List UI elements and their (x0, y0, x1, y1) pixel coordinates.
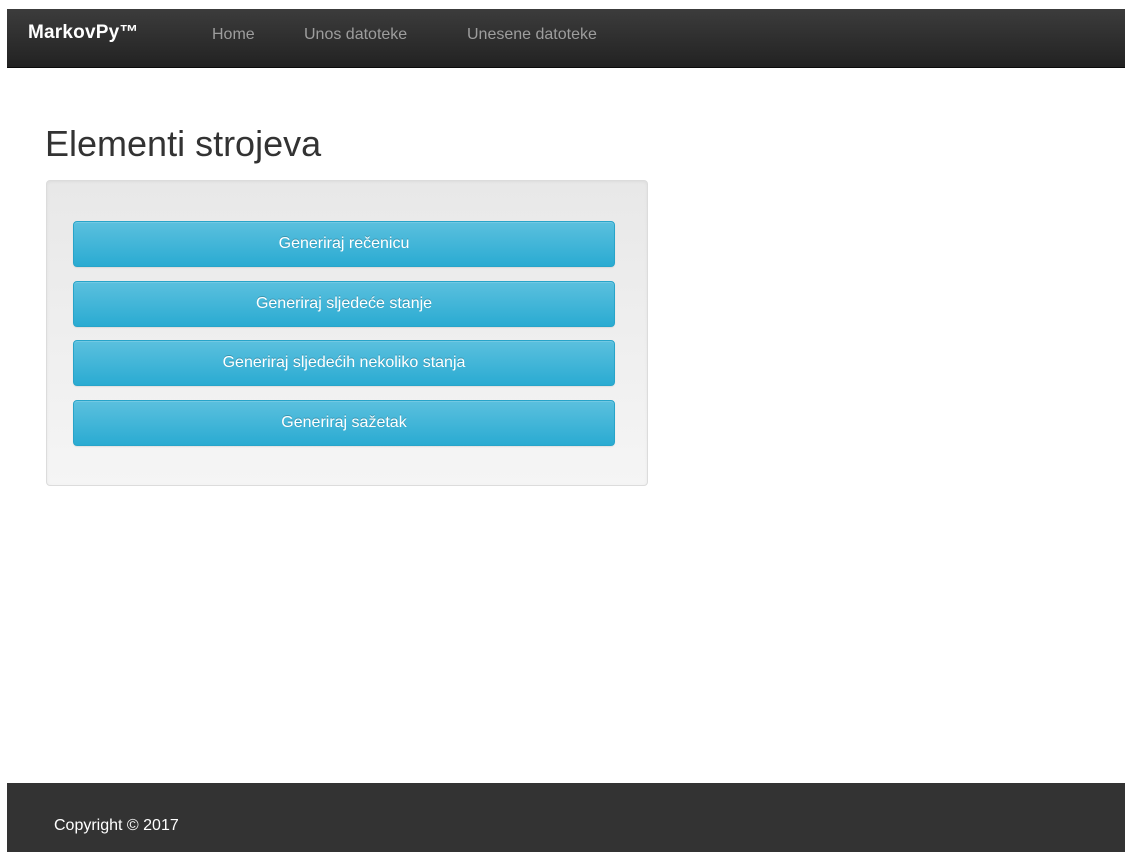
generate-sentence-button[interactable]: Generiraj rečenicu (73, 221, 615, 267)
generate-summary-button[interactable]: Generiraj sažetak (73, 400, 615, 446)
page-title: Elementi strojeva (45, 123, 322, 164)
actions-panel: Generiraj rečenicu Generiraj sljedeće st… (46, 180, 648, 486)
generate-next-several-states-button[interactable]: Generiraj sljedećih nekoliko stanja (73, 340, 615, 386)
nav-link-unos-datoteke[interactable]: Unos datoteke (304, 25, 407, 45)
footer: Copyright © 2017 (7, 783, 1125, 852)
brand-link[interactable]: MarkovPy™ (28, 22, 139, 44)
nav-link-home[interactable]: Home (212, 25, 255, 45)
nav-link-unesene-datoteke[interactable]: Unesene datoteke (467, 25, 597, 45)
copyright-text: Copyright © 2017 (54, 817, 179, 834)
navbar: MarkovPy™ Home Unos datoteke Unesene dat… (7, 9, 1125, 68)
generate-next-state-button[interactable]: Generiraj sljedeće stanje (73, 281, 615, 327)
